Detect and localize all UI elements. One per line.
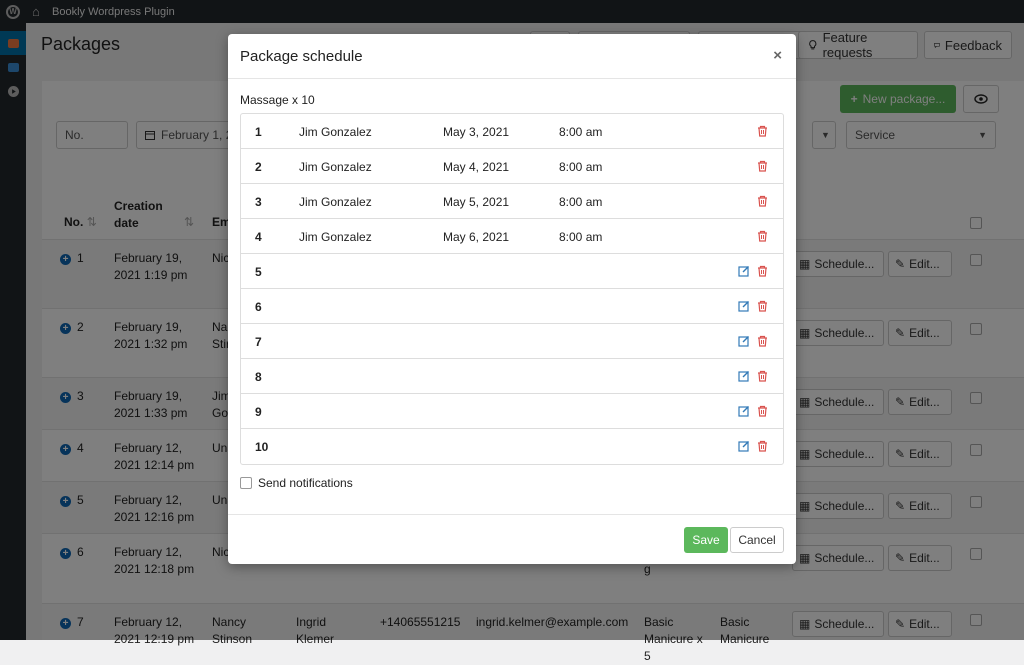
edit-icon[interactable] — [737, 334, 751, 348]
list-item: 2 Jim Gonzalez May 4, 2021 8:00 am — [241, 149, 783, 184]
slot-staff: Jim Gonzalez — [299, 125, 372, 139]
edit-icon[interactable] — [737, 264, 751, 278]
list-item: 8 — [241, 359, 783, 394]
list-item: 3 Jim Gonzalez May 5, 2021 8:00 am — [241, 184, 783, 219]
list-item: 7 — [241, 324, 783, 359]
modal-footer: Save Cancel — [228, 514, 796, 564]
slot-time: 8:00 am — [559, 195, 603, 209]
slot-date: May 3, 2021 — [443, 125, 510, 139]
edit-icon[interactable] — [737, 369, 751, 383]
list-item: 5 — [241, 254, 783, 289]
slot-time: 8:00 am — [559, 160, 603, 174]
slot-number: 2 — [255, 160, 262, 174]
edit-icon[interactable] — [737, 404, 751, 418]
slot-date: May 4, 2021 — [443, 160, 510, 174]
trash-icon[interactable] — [755, 369, 769, 383]
list-item: 9 — [241, 394, 783, 429]
trash-icon[interactable] — [755, 159, 769, 173]
modal-header: Package schedule × — [228, 34, 796, 79]
slot-number: 6 — [255, 300, 262, 314]
list-item: 1 Jim Gonzalez May 3, 2021 8:00 am — [241, 114, 783, 149]
trash-icon[interactable] — [755, 194, 769, 208]
slot-number: 9 — [255, 405, 262, 419]
trash-icon[interactable] — [755, 404, 769, 418]
close-icon[interactable]: × — [773, 47, 782, 64]
send-notifications-option[interactable]: Send notifications — [240, 476, 353, 490]
slot-time: 8:00 am — [559, 230, 603, 244]
package-name: Massage x 10 — [240, 93, 315, 107]
send-notifications-label: Send notifications — [258, 476, 353, 490]
list-item: 10 — [241, 429, 783, 464]
list-item: 4 Jim Gonzalez May 6, 2021 8:00 am — [241, 219, 783, 254]
slot-date: May 5, 2021 — [443, 195, 510, 209]
slot-number: 1 — [255, 125, 262, 139]
slot-staff: Jim Gonzalez — [299, 230, 372, 244]
slot-time: 8:00 am — [559, 125, 603, 139]
trash-icon[interactable] — [755, 334, 769, 348]
slot-date: May 6, 2021 — [443, 230, 510, 244]
trash-icon[interactable] — [755, 439, 769, 453]
slot-number: 4 — [255, 230, 262, 244]
edit-icon[interactable] — [737, 299, 751, 313]
package-schedule-modal: Package schedule × Massage x 10 1 Jim Go… — [228, 34, 796, 564]
trash-icon[interactable] — [755, 299, 769, 313]
trash-icon[interactable] — [755, 229, 769, 243]
slot-number: 3 — [255, 195, 262, 209]
trash-icon[interactable] — [755, 264, 769, 278]
slot-number: 7 — [255, 335, 262, 349]
slot-number: 10 — [255, 440, 269, 454]
trash-icon[interactable] — [755, 124, 769, 138]
row-package: 5 — [644, 649, 651, 663]
save-button[interactable]: Save — [684, 527, 728, 553]
modal-title: Package schedule — [240, 48, 363, 65]
list-item: 6 — [241, 289, 783, 324]
edit-icon[interactable] — [737, 439, 751, 453]
cancel-button[interactable]: Cancel — [730, 527, 784, 553]
schedule-list: 1 Jim Gonzalez May 3, 2021 8:00 am 2 Jim… — [240, 113, 784, 465]
slot-number: 5 — [255, 265, 262, 279]
slot-staff: Jim Gonzalez — [299, 195, 372, 209]
slot-staff: Jim Gonzalez — [299, 160, 372, 174]
slot-number: 8 — [255, 370, 262, 384]
send-notifications-checkbox[interactable] — [240, 477, 252, 489]
